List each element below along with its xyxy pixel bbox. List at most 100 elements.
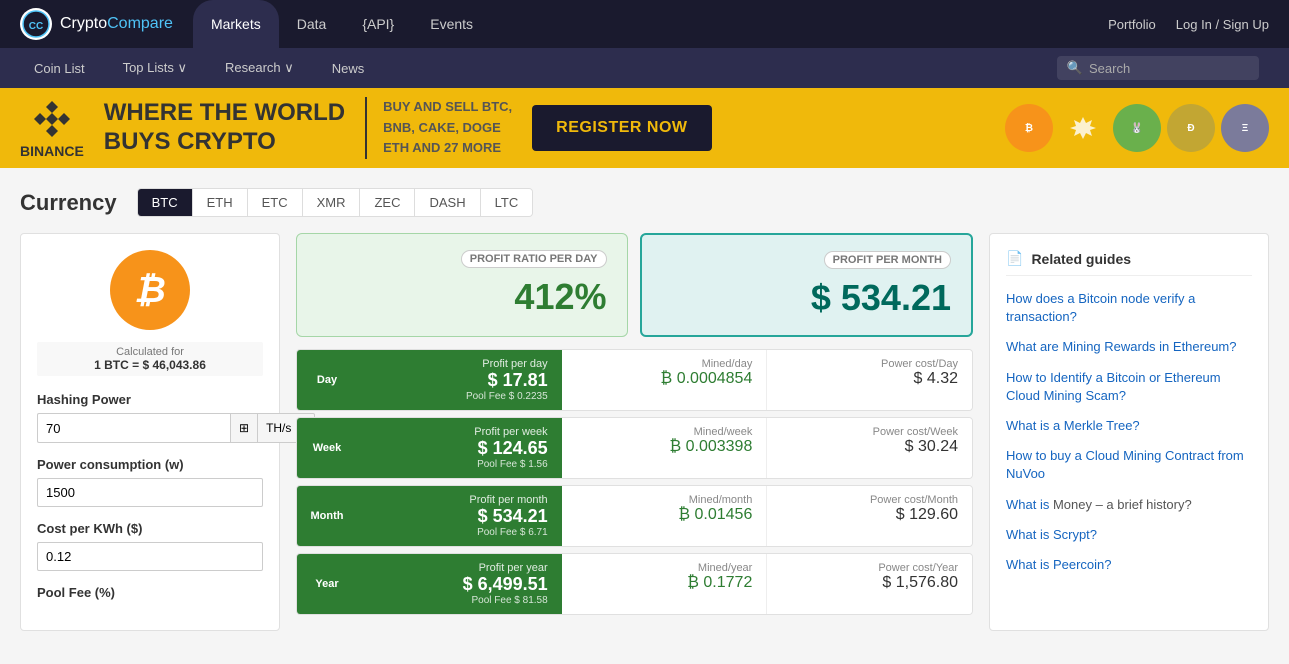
search-icon: 🔍 (1067, 60, 1083, 76)
pool-fee-field: Pool Fee (%) (37, 585, 263, 600)
mining-row-period: Week (297, 418, 357, 478)
guides-list: How does a Bitcoin node verify a transac… (1006, 290, 1252, 574)
guide-link[interactable]: What is a Merkle Tree? (1006, 418, 1140, 433)
mining-row-profit: $ 17.81 (371, 370, 548, 391)
guide-link[interactable]: How does a Bitcoin node verify a transac… (1006, 291, 1195, 324)
results-area: PROFIT RATIO PER DAY 412% PROFIT PER MON… (296, 233, 973, 631)
mining-row-fee: Pool Fee $ 1.56 (371, 459, 548, 470)
search-input[interactable] (1089, 61, 1249, 76)
power-value: $ 129.60 (781, 506, 958, 524)
power-value: $ 1,576.80 (781, 574, 958, 592)
eth-coin: Ξ (1221, 104, 1269, 152)
tab-etc[interactable]: ETC (248, 189, 303, 216)
guide-item: What is Money – a brief history? (1006, 496, 1252, 514)
news-nav[interactable]: News (328, 48, 369, 88)
search-box[interactable]: 🔍 (1057, 56, 1259, 80)
power-label: Power cost/Week (781, 426, 958, 438)
tab-ltc[interactable]: LTC (481, 189, 533, 216)
cake-coin: 🐰 (1113, 104, 1161, 152)
mining-row-profit: $ 534.21 (371, 506, 548, 527)
guide-link[interactable]: What is Scrypt? (1006, 527, 1097, 542)
tab-zec[interactable]: ZEC (360, 189, 415, 216)
mining-row-period: Day (297, 350, 357, 410)
binance-text: BINANCE (20, 143, 84, 159)
guide-link[interactable]: What is (1006, 497, 1049, 512)
btc-coin: ₿ (1005, 104, 1053, 152)
mining-row-main: Profit per week $ 124.65 Pool Fee $ 1.56 (357, 418, 562, 478)
hashing-power-input[interactable] (37, 413, 230, 443)
nav-tab-events[interactable]: Events (412, 0, 491, 48)
calc-sidebar: ₿ Calculated for 1 BTC = $ 46,043.86 Has… (20, 233, 280, 631)
banner-subtitle: BUY AND SELL BTC,BNB, CAKE, DOGEETH AND … (365, 97, 512, 159)
mining-row-main: Profit per day $ 17.81 Pool Fee $ 0.2235 (357, 350, 562, 410)
mined-value: ₿ 0.01456 (576, 506, 753, 524)
mining-rows-container: Day Profit per day $ 17.81 Pool Fee $ 0.… (296, 349, 973, 615)
mined-value: ₿ 0.0004854 (576, 370, 753, 388)
hashing-unit-btn[interactable]: ⊞ (230, 413, 258, 443)
btc-icon-container: ₿ (37, 250, 263, 330)
tab-btc[interactable]: BTC (138, 189, 193, 216)
mining-row-profit: $ 124.65 (371, 438, 548, 459)
power-label: Power cost/Day (781, 358, 958, 370)
mining-row: Day Profit per day $ 17.81 Pool Fee $ 0.… (296, 349, 973, 411)
login-signup-link[interactable]: Log In / Sign Up (1176, 17, 1269, 32)
nav-tab-markets[interactable]: Markets (193, 0, 279, 48)
mining-row-power: Power cost/Month $ 129.60 (766, 486, 972, 546)
tab-dash[interactable]: DASH (415, 189, 480, 216)
guide-item: How to Identify a Bitcoin or Ethereum Cl… (1006, 369, 1252, 405)
guide-item: What is Scrypt? (1006, 526, 1252, 544)
power-consumption-field: Power consumption (w) (37, 457, 263, 507)
mining-row-title: Profit per year (371, 562, 548, 574)
banner-logo: BINANCE (20, 97, 84, 159)
guide-link[interactable]: How to buy a Cloud Mining Contract from … (1006, 448, 1244, 481)
mining-row-title: Profit per day (371, 358, 548, 370)
calc-rate: Calculated for 1 BTC = $ 46,043.86 (37, 342, 263, 376)
profit-ratio-day-card: PROFIT RATIO PER DAY 412% (296, 233, 628, 337)
guide-link[interactable]: What is Peercoin? (1006, 557, 1112, 572)
mining-row-fee: Pool Fee $ 6.71 (371, 527, 548, 538)
profit-month-label: PROFIT PER MONTH (824, 251, 951, 269)
mining-row: Week Profit per week $ 124.65 Pool Fee $… (296, 417, 973, 479)
banner-title: WHERE THE WORLD BUYS CRYPTO (104, 99, 345, 157)
tab-xmr[interactable]: XMR (303, 189, 361, 216)
logo-icon: CC (20, 8, 52, 40)
mining-row-power: Power cost/Week $ 30.24 (766, 418, 972, 478)
logo-text: CryptoCompare (60, 15, 173, 33)
mining-row-mined: Mined/week ₿ 0.003398 (562, 418, 767, 478)
nav-tab-api[interactable]: {API} (344, 0, 412, 48)
guides-title: Related guides (1031, 251, 1131, 267)
guide-text: Money – a brief history? (1049, 497, 1191, 512)
mined-label: Mined/month (576, 494, 753, 506)
guide-link[interactable]: What are Mining Rewards in Ethereum? (1006, 339, 1237, 354)
mining-row-main: Profit per year $ 6,499.51 Pool Fee $ 81… (357, 554, 562, 614)
coin-list-nav[interactable]: Coin List (30, 48, 89, 88)
power-value: $ 4.32 (781, 370, 958, 388)
banner: BINANCE WHERE THE WORLD BUYS CRYPTO BUY … (0, 88, 1289, 168)
cost-input[interactable] (37, 542, 263, 571)
mined-label: Mined/week (576, 426, 753, 438)
banner-coins: ₿ 🐰 Ð Ξ (1005, 104, 1269, 152)
power-consumption-input[interactable] (37, 478, 263, 507)
power-label: Power cost/Month (781, 494, 958, 506)
mining-row-mined: Mined/day ₿ 0.0004854 (562, 350, 767, 410)
guide-item: How to buy a Cloud Mining Contract from … (1006, 447, 1252, 483)
register-now-button[interactable]: REGISTER NOW (532, 105, 711, 151)
hashing-power-label: Hashing Power (37, 392, 263, 407)
mining-row-title: Profit per week (371, 426, 548, 438)
power-label: Power cost/Year (781, 562, 958, 574)
mining-row-period: Year (297, 554, 357, 614)
profit-ratio-label: PROFIT RATIO PER DAY (461, 250, 607, 268)
nav-tab-data[interactable]: Data (279, 0, 345, 48)
profit-cards: PROFIT RATIO PER DAY 412% PROFIT PER MON… (296, 233, 973, 337)
portfolio-link[interactable]: Portfolio (1108, 17, 1156, 32)
top-lists-nav[interactable]: Top Lists ∨ (119, 48, 191, 88)
guide-link[interactable]: How to Identify a Bitcoin or Ethereum Cl… (1006, 370, 1221, 403)
doge-coin: Ð (1167, 104, 1215, 152)
power-consumption-label: Power consumption (w) (37, 457, 263, 472)
research-nav[interactable]: Research ∨ (221, 48, 298, 88)
bnb-coin (1059, 104, 1107, 152)
currency-tabs: BTC ETH ETC XMR ZEC DASH LTC (137, 188, 534, 217)
mining-row-title: Profit per month (371, 494, 548, 506)
tab-eth[interactable]: ETH (193, 189, 248, 216)
currency-header: Currency BTC ETH ETC XMR ZEC DASH LTC (20, 188, 1269, 217)
